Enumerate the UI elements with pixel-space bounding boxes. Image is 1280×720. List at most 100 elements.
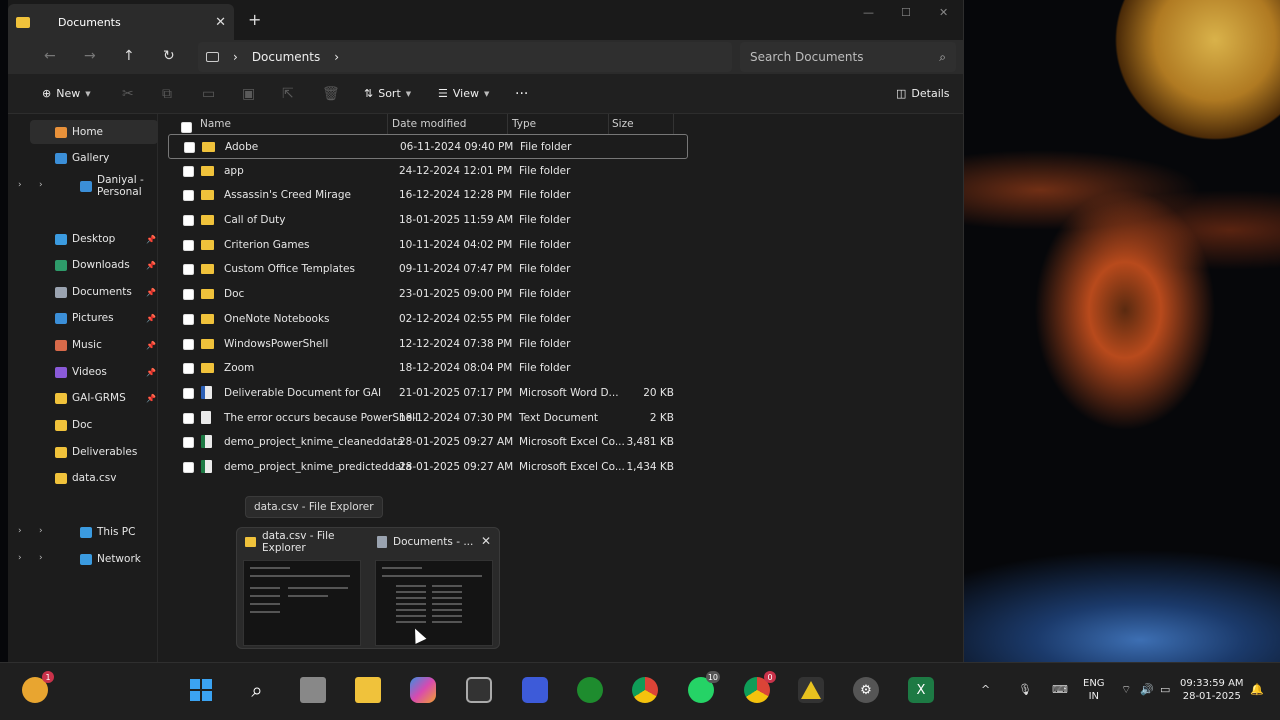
refresh-icon[interactable]: ↻ [163,48,175,64]
close-window-icon[interactable]: ✕ [939,6,948,19]
row-checkbox[interactable] [183,338,194,350]
row-checkbox[interactable] [183,313,194,325]
app-icon[interactable] [798,677,824,703]
chevron-right-icon[interactable]: › [39,180,43,190]
file-row[interactable]: app 24-12-2024 12:01 PM File folder [168,159,688,184]
sidebar-item[interactable]: Gallery [30,146,158,170]
chevron-right-icon[interactable]: › [39,526,43,536]
row-checkbox[interactable] [183,387,194,399]
pin-icon[interactable]: 📌 [146,261,156,270]
start-icon[interactable] [188,677,214,703]
sidebar-item[interactable]: GAI-GRMS 📌 [30,386,158,410]
chevron-right-icon[interactable]: › [39,553,43,563]
file-row[interactable]: demo_project_knime_cleaneddata 28-01-2025… [168,430,688,455]
row-checkbox[interactable] [183,363,194,375]
file-row[interactable]: Custom Office Templates 09-11-2024 07:47 … [168,257,688,282]
weather-widget-icon[interactable]: 1 [22,671,54,703]
pin-icon[interactable]: 📌 [146,288,156,297]
address-field[interactable]: › Documents › [198,42,732,72]
file-row[interactable]: Criterion Games 10-11-2024 04:02 PM File f… [168,233,688,258]
column-date-modified[interactable]: Date modified [392,118,466,130]
xbox-icon[interactable] [577,677,603,703]
sidebar-item[interactable]: Home [30,120,158,144]
breadcrumb[interactable]: Documents [252,50,320,64]
close-tab-icon[interactable]: ✕ [215,15,226,30]
search-input[interactable]: Search Documents ⌕ [740,42,956,72]
app-icon[interactable] [466,677,492,703]
chevron-right-icon[interactable]: › [18,526,22,536]
maximize-icon[interactable]: ☐ [901,6,911,19]
paste-icon[interactable]: ▭ [202,86,215,102]
chevron-right-icon[interactable]: › [18,553,22,563]
pin-icon[interactable]: 📌 [146,341,156,350]
copy-icon[interactable]: ⧉ [162,86,172,102]
row-checkbox[interactable] [183,437,194,449]
sidebar-item[interactable]: Pictures 📌 [30,306,158,330]
file-row[interactable]: OneNote Notebooks 02-12-2024 02:55 PM File… [168,307,688,332]
more-options-button[interactable]: ··· [515,86,528,102]
new-button[interactable]: ⊕ New ▼ [42,87,91,100]
new-tab-button[interactable]: + [248,10,261,29]
pin-icon[interactable]: 📌 [146,235,156,244]
row-checkbox[interactable] [183,190,194,202]
excel-icon[interactable]: X [908,677,934,703]
sidebar-item[interactable]: Doc [30,413,158,437]
column-size[interactable]: Size [612,118,634,130]
delete-icon[interactable]: 🗑 [322,86,340,102]
file-row[interactable]: Call of Duty 18-01-2025 11:59 AM File fold… [168,208,688,233]
row-checkbox[interactable] [183,412,194,424]
pin-icon[interactable]: 📌 [146,394,156,403]
file-explorer-icon[interactable] [355,677,381,703]
minimize-icon[interactable]: — [863,6,874,19]
sidebar-item[interactable]: data.csv [30,466,158,490]
row-checkbox[interactable] [183,239,194,251]
settings-icon[interactable]: ⚙ [853,677,879,703]
row-checkbox[interactable] [183,165,194,177]
whatsapp-icon[interactable]: 10 [688,671,720,703]
sidebar-item[interactable]: Videos 📌 [30,360,158,384]
details-button[interactable]: ◫ Details [896,87,950,100]
clock[interactable]: 09:33:59 AM 28-01-2025 [1180,677,1244,703]
file-row[interactable]: Zoom 18-12-2024 08:04 PM File folder [168,356,688,381]
row-checkbox[interactable] [183,289,194,301]
chrome-icon[interactable]: 0 [744,671,776,703]
microphone-icon[interactable]: 🎙 [1018,683,1032,696]
wifi-icon[interactable]: ⌔ [1121,683,1131,697]
sidebar-item[interactable]: Network [55,547,183,571]
back-arrow-icon[interactable]: ← [44,48,56,64]
task-view-icon[interactable] [300,677,326,703]
row-checkbox[interactable] [183,461,194,473]
file-row[interactable]: Doc 23-01-2025 09:00 PM File folder [168,282,688,307]
chevron-up-icon[interactable]: ^ [981,683,990,696]
thumbnail-data-csv[interactable]: data.csv - File Explorer [239,530,363,646]
pin-icon[interactable]: 📌 [146,314,156,323]
tab-documents[interactable]: Documents ✕ [8,4,234,40]
sidebar-item[interactable]: Documents 📌 [30,280,158,304]
close-preview-icon[interactable]: ✕ [481,534,491,548]
search-icon[interactable]: ⌕ [244,677,270,703]
sidebar-item[interactable]: Daniyal - Personal [55,174,183,198]
file-row[interactable]: Deliverable Document for GAI 21-01-2025 0… [168,381,688,406]
file-row[interactable]: demo_project_knime_predicteddata 28-01-20… [168,455,688,480]
cut-icon[interactable]: ✂ [122,86,134,102]
sidebar-item[interactable]: Deliverables [30,440,158,464]
up-arrow-icon[interactable]: ↑ [123,48,135,64]
pin-icon[interactable]: 📌 [146,368,156,377]
row-checkbox[interactable] [183,264,194,276]
sidebar-item[interactable]: Downloads 📌 [30,253,158,277]
sort-button[interactable]: ⇅ Sort ▼ [364,87,411,100]
sidebar-item[interactable]: Desktop 📌 [30,227,158,251]
file-row[interactable]: Assassin's Creed Mirage 16-12-2024 12:28 … [168,183,688,208]
column-name[interactable]: Name [200,118,231,130]
sidebar-item[interactable]: This PC [55,520,183,544]
battery-icon[interactable]: ▭ [1160,683,1170,696]
chrome-icon[interactable] [632,677,658,703]
share-icon[interactable]: ⇱ [282,86,294,102]
row-checkbox[interactable] [184,142,195,153]
view-button[interactable]: ☰ View ▼ [438,87,489,100]
copilot-icon[interactable] [410,677,436,703]
chevron-right-icon[interactable]: › [18,180,22,190]
thumbnail-documents[interactable]: Documents - ... [371,534,495,646]
file-row[interactable]: The error occurs because PowerShell 18-12… [168,406,688,431]
file-row[interactable]: Adobe 06-11-2024 09:40 PM File folder [168,134,688,159]
